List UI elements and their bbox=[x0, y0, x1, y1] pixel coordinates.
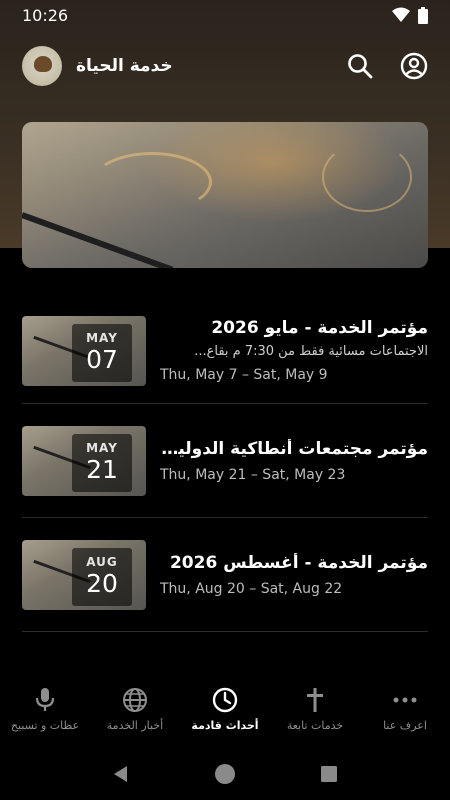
event-dates: Thu, May 21 – Sat, May 23 bbox=[160, 466, 346, 483]
globe-icon bbox=[123, 687, 147, 712]
status-icons bbox=[392, 6, 428, 24]
event-title: مؤتمر الخدمة - مايو 2026 bbox=[211, 318, 428, 338]
nav-label: خدمات تابعة bbox=[286, 718, 344, 732]
events-list: MAY 07 مؤتمر الخدمة - مايو 2026 الاجتماع… bbox=[22, 298, 428, 632]
app-logo[interactable] bbox=[22, 46, 62, 86]
microphone-icon bbox=[35, 687, 55, 711]
banner-swirl bbox=[322, 142, 412, 212]
event-title: مؤتمر الخدمة - أغسطس 2026 bbox=[169, 552, 428, 573]
bottom-navigation: عظات و تسبيح أخبار الخدمة أحداث قادمة خد… bbox=[0, 670, 450, 748]
event-date-badge: MAY 21 bbox=[72, 433, 132, 492]
clock-icon bbox=[212, 687, 238, 712]
event-dates: Thu, May 7 – Sat, May 9 bbox=[160, 367, 328, 383]
event-day: 07 bbox=[86, 344, 118, 374]
app-title: خدمة الحياة bbox=[76, 56, 173, 76]
back-triangle-icon[interactable] bbox=[111, 764, 131, 784]
event-description: الاجتماعات مسائية فقط من 7:30 م بقاع... bbox=[194, 344, 428, 359]
more-horizontal-icon bbox=[393, 697, 417, 702]
event-thumbnail: AUG 20 bbox=[22, 539, 146, 610]
event-text: مؤتمر مجتمعات أنطاكية الدولية - ... Thu,… bbox=[160, 404, 428, 517]
nav-item-about-us[interactable]: اعرف عنا bbox=[360, 670, 450, 748]
banner-swirl bbox=[92, 152, 212, 212]
event-month: AUG bbox=[86, 554, 118, 569]
system-navigation-bar bbox=[0, 748, 450, 800]
status-time: 10:26 bbox=[22, 5, 69, 25]
app-bar: خدمة الحياة bbox=[0, 36, 450, 96]
event-thumbnail: MAY 07 bbox=[22, 315, 146, 386]
nav-label: عظات و تسبيح bbox=[10, 718, 80, 732]
nav-item-news[interactable]: أخبار الخدمة bbox=[90, 670, 180, 748]
banner-clock-hand bbox=[22, 212, 174, 268]
nav-label: اعرف عنا bbox=[383, 718, 427, 732]
event-item[interactable]: AUG 20 مؤتمر الخدمة - أغسطس 2026 Thu, Au… bbox=[22, 518, 428, 632]
nav-item-affiliated-services[interactable]: خدمات تابعة bbox=[270, 670, 360, 748]
event-text: مؤتمر الخدمة - مايو 2026 الاجتماعات مسائ… bbox=[160, 298, 428, 403]
nav-label: أخبار الخدمة bbox=[106, 718, 164, 732]
event-thumbnail: MAY 21 bbox=[22, 425, 146, 496]
event-month: MAY bbox=[86, 330, 118, 345]
event-day: 20 bbox=[86, 568, 118, 598]
event-month: MAY bbox=[86, 440, 118, 455]
recents-square-icon[interactable] bbox=[319, 764, 339, 784]
app-actions bbox=[346, 52, 428, 80]
home-circle-icon[interactable] bbox=[214, 763, 236, 785]
event-date-badge: MAY 07 bbox=[72, 323, 132, 382]
nav-label: أحداث قادمة bbox=[191, 718, 259, 732]
event-item[interactable]: MAY 21 مؤتمر مجتمعات أنطاكية الدولية - .… bbox=[22, 404, 428, 518]
event-item[interactable]: MAY 07 مؤتمر الخدمة - مايو 2026 الاجتماع… bbox=[22, 298, 428, 404]
featured-banner-image[interactable] bbox=[22, 122, 428, 268]
cross-icon bbox=[307, 687, 323, 712]
event-day: 21 bbox=[86, 454, 118, 484]
search-icon[interactable] bbox=[346, 52, 374, 80]
battery-icon bbox=[418, 6, 428, 24]
nav-item-sermons[interactable]: عظات و تسبيح bbox=[0, 670, 90, 748]
status-bar: 10:26 bbox=[0, 0, 450, 30]
event-text: مؤتمر الخدمة - أغسطس 2026 Thu, Aug 20 – … bbox=[160, 518, 428, 631]
nav-item-upcoming-events[interactable]: أحداث قادمة bbox=[180, 670, 270, 748]
event-title: مؤتمر مجتمعات أنطاكية الدولية - ... bbox=[160, 438, 428, 459]
event-date-badge: AUG 20 bbox=[72, 547, 132, 606]
wifi-icon bbox=[392, 7, 410, 22]
account-circle-icon[interactable] bbox=[400, 52, 428, 80]
event-dates: Thu, Aug 20 – Sat, Aug 22 bbox=[160, 580, 343, 597]
